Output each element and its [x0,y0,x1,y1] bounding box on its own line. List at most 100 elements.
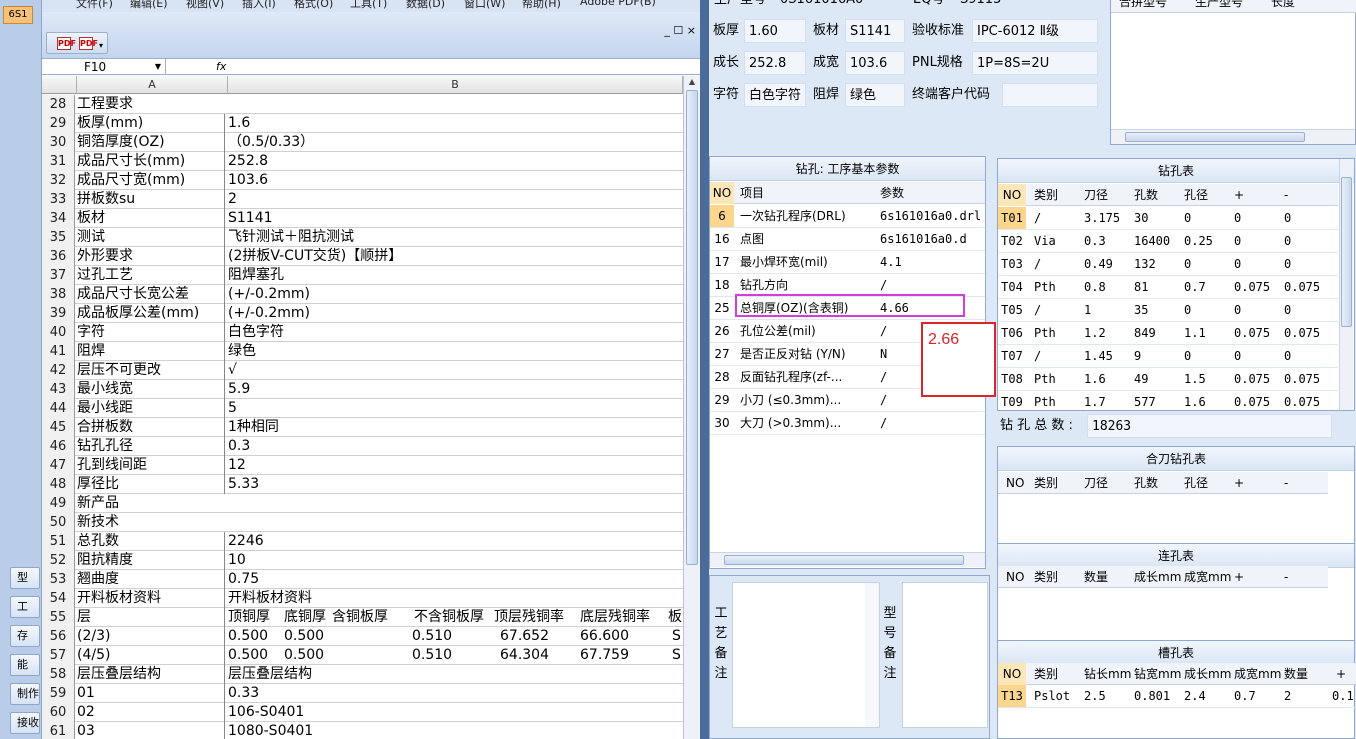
row-number[interactable]: 44 [42,399,75,418]
cell-b[interactable]: 层压叠层结构 [228,665,683,684]
cell-a[interactable]: 翘曲度 [77,570,225,589]
row-number[interactable]: 40 [42,323,75,342]
row-number[interactable]: 49 [42,494,75,513]
cell-b[interactable]: 252.8 [228,152,683,171]
cell-b[interactable]: 1种相同 [228,418,683,437]
drill-row[interactable]: T03 / 0.49 132 0 0 0 [998,253,1338,276]
menu-file[interactable]: 文件(F) [76,0,113,11]
cell-a[interactable]: 板材 [77,209,225,228]
hdr-plus[interactable]: + [1234,184,1244,206]
cell-b[interactable]: 12 [228,456,683,475]
row-number[interactable]: 43 [42,380,75,399]
row-number[interactable]: 58 [42,665,75,684]
row-number[interactable]: 30 [42,133,75,152]
cell-a[interactable]: 阻焊 [77,342,225,361]
cell-a[interactable]: 新产品 [77,494,225,513]
silkscreen-field[interactable]: 白色字符 [744,83,806,107]
cell-a[interactable]: 厚径比 [77,475,225,494]
cell-a[interactable]: 拼板数su [77,190,225,209]
cell-b[interactable]: (+/-0.2mm) [228,304,683,323]
cell-b[interactable]: 103.6 [228,171,683,190]
scroll-up-icon[interactable]: ▲ [684,76,700,88]
column-header-a[interactable]: A [77,76,228,94]
hdr-qty[interactable]: 数量 [1084,566,1108,588]
cell-b[interactable]: 阻焊塞孔 [228,266,683,285]
cell-b[interactable]: 0.500 0.500 0.510 67.652 66.600 S [228,627,683,646]
cell-a[interactable]: 开料板材资料 [77,589,225,608]
drill-row[interactable]: T05 / 1 35 0 0 0 [998,299,1338,322]
hdr-type[interactable]: 类别 [1034,566,1058,588]
menu-format[interactable]: 格式(O) [294,0,333,11]
row-number[interactable]: 47 [42,456,75,475]
cell-b[interactable]: 0.75 [228,570,683,589]
column-header-b[interactable]: B [228,76,683,94]
cell-b[interactable]: 106-S0401 [228,703,683,722]
row-number[interactable]: 34 [42,209,75,228]
menu-view[interactable]: 视图(V) [186,0,224,11]
hdr-no[interactable]: NO [998,663,1026,685]
fx-icon[interactable]: fx [216,59,226,75]
process-remark-field[interactable] [732,582,880,728]
hscroll-thumb[interactable] [724,555,964,565]
cell-a[interactable]: 字符 [77,323,225,342]
eq-value[interactable]: S9115 [956,0,1096,12]
cell-a[interactable]: 钻孔孔径 [77,437,225,456]
row-number[interactable]: 57 [42,646,75,665]
cell-a[interactable]: 最小线宽 [77,380,225,399]
hdr-item[interactable]: 项目 [740,182,764,204]
drill-row[interactable]: T02 Via 0.3 16400 0.25 0 0 [998,230,1338,253]
drill-row[interactable]: T09 Pth 1.7 577 1.6 0.075 0.075 [998,391,1338,414]
panel-splitter[interactable] [700,0,709,739]
drill-row[interactable]: T01 / 3.175 30 0 0 0 [998,207,1338,230]
cell-b[interactable] [228,513,683,532]
hdr-minus[interactable]: - [1284,566,1288,588]
cell-a[interactable]: 阻抗精度 [77,551,225,570]
cell-b[interactable]: 0.500 0.500 0.510 64.304 67.759 S [228,646,683,665]
cell-a[interactable]: 板厚(mm) [77,114,225,133]
menu-data[interactable]: 数据(D) [406,0,445,11]
cell-b[interactable]: 2246 [228,532,683,551]
side-button-6[interactable]: 接收 [10,712,40,734]
hdr-finish-width[interactable]: 成宽mm [1184,566,1231,588]
model-value[interactable]: 0S161016A0 [776,0,880,12]
row-number[interactable]: 33 [42,190,75,209]
hscroll-thumb[interactable] [1125,132,1305,142]
name-box-dropdown-icon[interactable]: ▼ [155,59,161,75]
cell-a[interactable]: 01 [77,684,225,703]
menu-edit[interactable]: 编辑(E) [130,0,168,11]
cell-a[interactable]: (4/5) [77,646,225,665]
select-all-corner[interactable] [42,76,77,94]
cell-b[interactable]: （0.5/0.33） [228,133,683,152]
row-number[interactable]: 32 [42,171,75,190]
hdr-hole-count[interactable]: 孔数 [1134,184,1158,206]
cell-a[interactable]: 层压不可更改 [77,361,225,380]
material-field[interactable]: S1141 [845,19,905,43]
cell-a[interactable]: 成品尺寸长(mm) [77,152,225,171]
row-number[interactable]: 42 [42,361,75,380]
menu-help[interactable]: 帮助(H) [522,0,561,11]
cell-b[interactable]: 10 [228,551,683,570]
hdr-plus[interactable]: + [1336,663,1346,685]
cell-a[interactable]: 合拼板数 [77,418,225,437]
hdr-no[interactable]: NO [1006,472,1024,494]
pdf-email-icon[interactable]: PDF [79,37,98,50]
total-holes-field[interactable]: 18263 [1087,414,1332,438]
drill-row[interactable]: T07 / 1.45 9 0 0 0 [998,345,1338,368]
side-button-1[interactable]: 型 [10,567,40,589]
cell-b[interactable]: 飞针测试＋阻抗测试 [228,228,683,247]
cell-a[interactable]: 层压叠层结构 [77,665,225,684]
cell-b[interactable]: 5 [228,399,683,418]
window-controls[interactable]: _ ☐ × [664,24,696,37]
cell-b[interactable]: 顶铜厚 底铜厚 含铜板厚 不含铜板厚 顶层残铜率 底层残铜率 板 [228,608,683,627]
row-number[interactable]: 59 [42,684,75,703]
cell-b[interactable] [228,95,683,114]
cell-b[interactable]: 0.33 [228,684,683,703]
hdr-minus[interactable]: - [1284,472,1288,494]
cell-b[interactable]: (+/-0.2mm) [228,285,683,304]
hdr-plus[interactable]: + [1234,472,1244,494]
row-number[interactable]: 48 [42,475,75,494]
row-number[interactable]: 35 [42,228,75,247]
cell-a[interactable]: 成品尺寸宽(mm) [77,171,225,190]
cell-b[interactable]: √ [228,361,683,380]
cell-b[interactable]: 5.9 [228,380,683,399]
